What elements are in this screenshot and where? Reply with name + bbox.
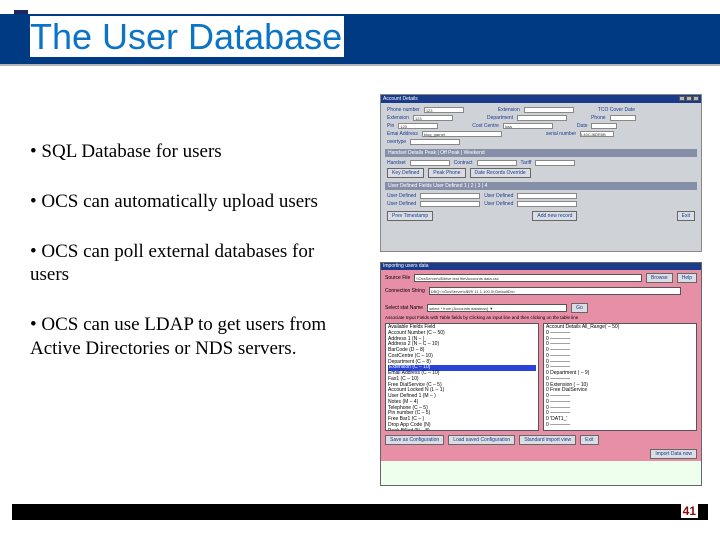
bullet-list: • SQL Database for users • OCS can autom…: [30, 140, 350, 387]
label-ot: overtype: [387, 139, 406, 145]
save-config-button[interactable]: Save as Configuration: [385, 435, 444, 445]
field-userdef2[interactable]: [517, 193, 577, 199]
available-fields-list[interactable]: Available Fields Field Account Number (C…: [385, 323, 539, 431]
label-handset: Handset: [387, 160, 406, 166]
label-tco-date: Date: [577, 123, 588, 129]
go-button[interactable]: Go: [571, 303, 588, 313]
label-userdef2: User Defined: [484, 193, 513, 199]
import-window-title: Importing users data: [383, 263, 429, 269]
bullet-item: • OCS can automatically upload users: [30, 190, 350, 214]
account-form-body: Phone number 123 Extension TCO Cover Dat…: [381, 103, 701, 227]
bullet-item: • OCS can poll external databases for us…: [30, 240, 350, 288]
prev-timestamp-button[interactable]: Prev Timestamp: [387, 211, 433, 221]
exit-button[interactable]: Exit: [677, 211, 695, 221]
connection-field[interactable]: DBQ=\\OcsServer\c$\RI 11.1.100.0\;Defaul…: [429, 287, 681, 295]
select-stat-dropdown[interactable]: select * from [Accounts data#csv] ▼: [427, 304, 567, 312]
import-button-row: Save as Configuration Load saved Configu…: [381, 433, 701, 447]
field-contract[interactable]: [477, 160, 517, 166]
label-cc: Cost Centre: [472, 123, 499, 129]
field-ext2[interactable]: 123: [413, 115, 453, 121]
footer-bar: [12, 504, 708, 520]
section-handset: Handset Details Peak | Off Peak | Weeken…: [385, 149, 697, 157]
browse-button[interactable]: Browse: [646, 273, 673, 283]
field-tco-phone[interactable]: [610, 115, 636, 121]
page-number: 41: [681, 504, 698, 518]
field-tariff[interactable]: [535, 160, 575, 166]
field-mapping-lists: Available Fields Field Account Number (C…: [381, 323, 701, 433]
label-connection: Connection String: [385, 288, 425, 294]
import-users-screenshot: Importing users data Source File \\OcsSe…: [380, 262, 702, 486]
field-dept[interactable]: [517, 115, 567, 121]
bullet-item: • OCS can use LDAP to get users from Act…: [30, 313, 350, 361]
title-underline: [0, 64, 720, 66]
list-item[interactable]: Peak Billed (N – 8): [388, 429, 536, 432]
peak-phone-button[interactable]: Peak Phone: [428, 168, 465, 178]
key-defined-button[interactable]: Key Defined: [387, 168, 424, 178]
label-dept: Department: [487, 115, 513, 121]
account-details-list[interactable]: Account Details All_Range( – 50) 0 ———— …: [543, 323, 697, 431]
field-userdef1[interactable]: [420, 193, 480, 199]
source-file-field[interactable]: \\OcsServer\c$\btve test file\Accounts d…: [414, 274, 642, 282]
account-details-screenshot: Account Details Phone number 123 Extensi…: [380, 94, 702, 252]
load-config-button[interactable]: Load saved Configuration: [448, 435, 515, 445]
label-ext2: Extension: [387, 115, 409, 121]
label-ext: Extension: [498, 107, 520, 113]
standard-view-button[interactable]: Standard import view: [519, 435, 576, 445]
field-userdef3[interactable]: [420, 201, 480, 207]
hint-text: Associate Input Fields with Table fields…: [385, 315, 697, 320]
list-item[interactable]: 0 ————: [546, 423, 694, 429]
field-serial[interactable]: L40CJ8DR5B: [580, 131, 614, 137]
field-pin[interactable]: 123: [398, 123, 438, 129]
label-tco: TCO Cover Date: [598, 107, 635, 113]
label-userdef4: User Defined: [484, 201, 513, 207]
field-cc[interactable]: loss: [503, 123, 553, 129]
import-window-titlebar: Importing users data: [381, 263, 701, 270]
bullet-item: • SQL Database for users: [30, 140, 350, 164]
exit-import-button[interactable]: Exit: [580, 435, 598, 445]
import-now-button[interactable]: Import Data now: [650, 449, 697, 459]
label-source-file: Source File: [385, 275, 410, 281]
import-top-panel: Source File \\OcsServer\c$\btve test fil…: [381, 270, 701, 300]
window-controls: [678, 96, 699, 103]
field-userdef4[interactable]: [517, 201, 577, 207]
label-select-stat: Select stat Name: [385, 305, 423, 311]
label-userdef3: User Defined: [387, 201, 416, 207]
field-handset[interactable]: [410, 160, 450, 166]
field-tco-date[interactable]: [591, 123, 617, 129]
add-record-button[interactable]: Add new record: [532, 211, 577, 221]
screenshots-column: Account Details Phone number 123 Extensi…: [380, 94, 702, 496]
label-contract: Contract: [454, 160, 473, 166]
field-ot[interactable]: [410, 139, 460, 145]
label-email: Emai Address: [387, 131, 418, 137]
import-mid-panel: Select stat Name select * from [Accounts…: [381, 300, 701, 323]
field-ext[interactable]: [524, 107, 574, 113]
import-button-row-2: Import Data now: [381, 447, 701, 461]
slide-title: The User Database: [30, 16, 344, 58]
label-tariff: Tariff: [521, 160, 532, 166]
window-titlebar: Account Details: [381, 95, 701, 103]
label-userdef: User Defined: [387, 193, 416, 199]
date-override-button[interactable]: Date Records Override: [470, 168, 531, 178]
label-tco-phone: Phone: [591, 115, 605, 121]
section-userdef: User Defined Fields User Defined 1 | 2 |…: [385, 182, 697, 190]
label-serial: serial number: [546, 131, 576, 137]
label-phone: Phone number: [387, 107, 420, 113]
field-phone[interactable]: 123: [424, 107, 464, 113]
label-pin: Pin: [387, 123, 394, 129]
field-email[interactable]: blog_garnet: [422, 131, 502, 137]
window-title: Account Details: [383, 96, 418, 102]
help-button[interactable]: Help: [677, 273, 697, 283]
